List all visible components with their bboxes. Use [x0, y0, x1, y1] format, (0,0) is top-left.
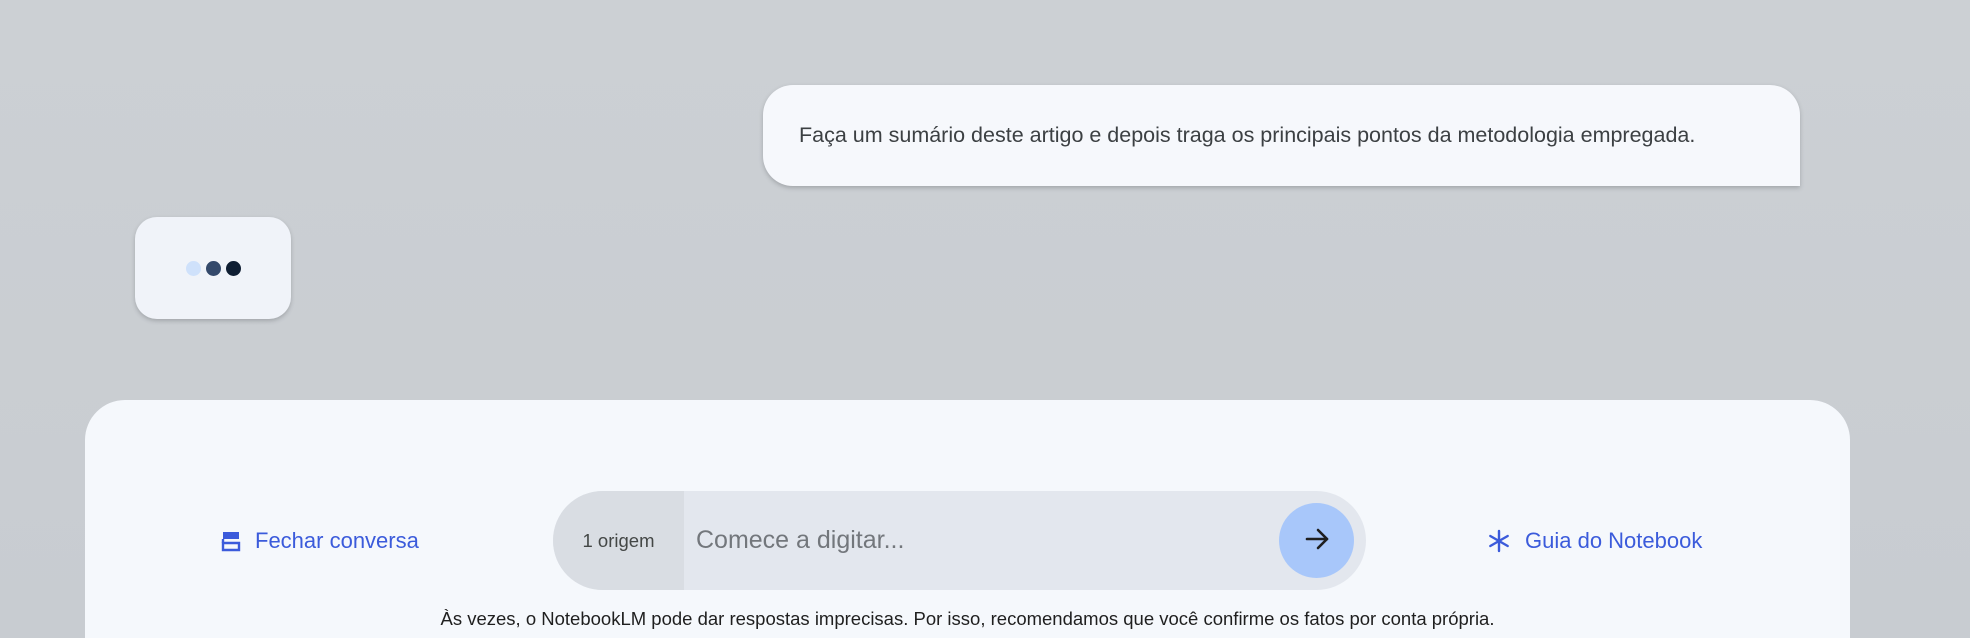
notebook-guide-label: Guia do Notebook	[1525, 527, 1703, 553]
typing-indicator	[135, 217, 291, 319]
close-chat-label: Fechar conversa	[255, 527, 419, 553]
chat-view: Faça um sumário deste artigo e depois tr…	[0, 0, 1970, 638]
typing-dot	[225, 260, 241, 276]
typing-dot	[185, 260, 201, 276]
composer-panel: Fechar conversa Guia do Notebook 1 orige…	[85, 400, 1850, 638]
user-message-text: Faça um sumário deste artigo e depois tr…	[799, 123, 1696, 147]
sources-chip-label: 1 origem	[582, 529, 655, 551]
close-chat-button[interactable]: Fechar conversa	[221, 491, 419, 590]
chat-input[interactable]	[684, 491, 1279, 590]
asterisk-icon	[1487, 529, 1511, 553]
user-message-bubble: Faça um sumário deste artigo e depois tr…	[763, 85, 1800, 186]
send-button[interactable]	[1279, 503, 1354, 578]
arrow-right-icon	[1302, 524, 1332, 557]
sources-chip[interactable]: 1 origem	[553, 491, 684, 590]
disclaimer-text: Às vezes, o NotebookLM pode dar resposta…	[440, 608, 1495, 629]
notebook-guide-button[interactable]: Guia do Notebook	[1487, 491, 1702, 590]
chat-input-container: 1 origem	[553, 491, 1366, 590]
typing-dot	[205, 260, 221, 276]
collapse-chat-icon	[221, 530, 241, 552]
